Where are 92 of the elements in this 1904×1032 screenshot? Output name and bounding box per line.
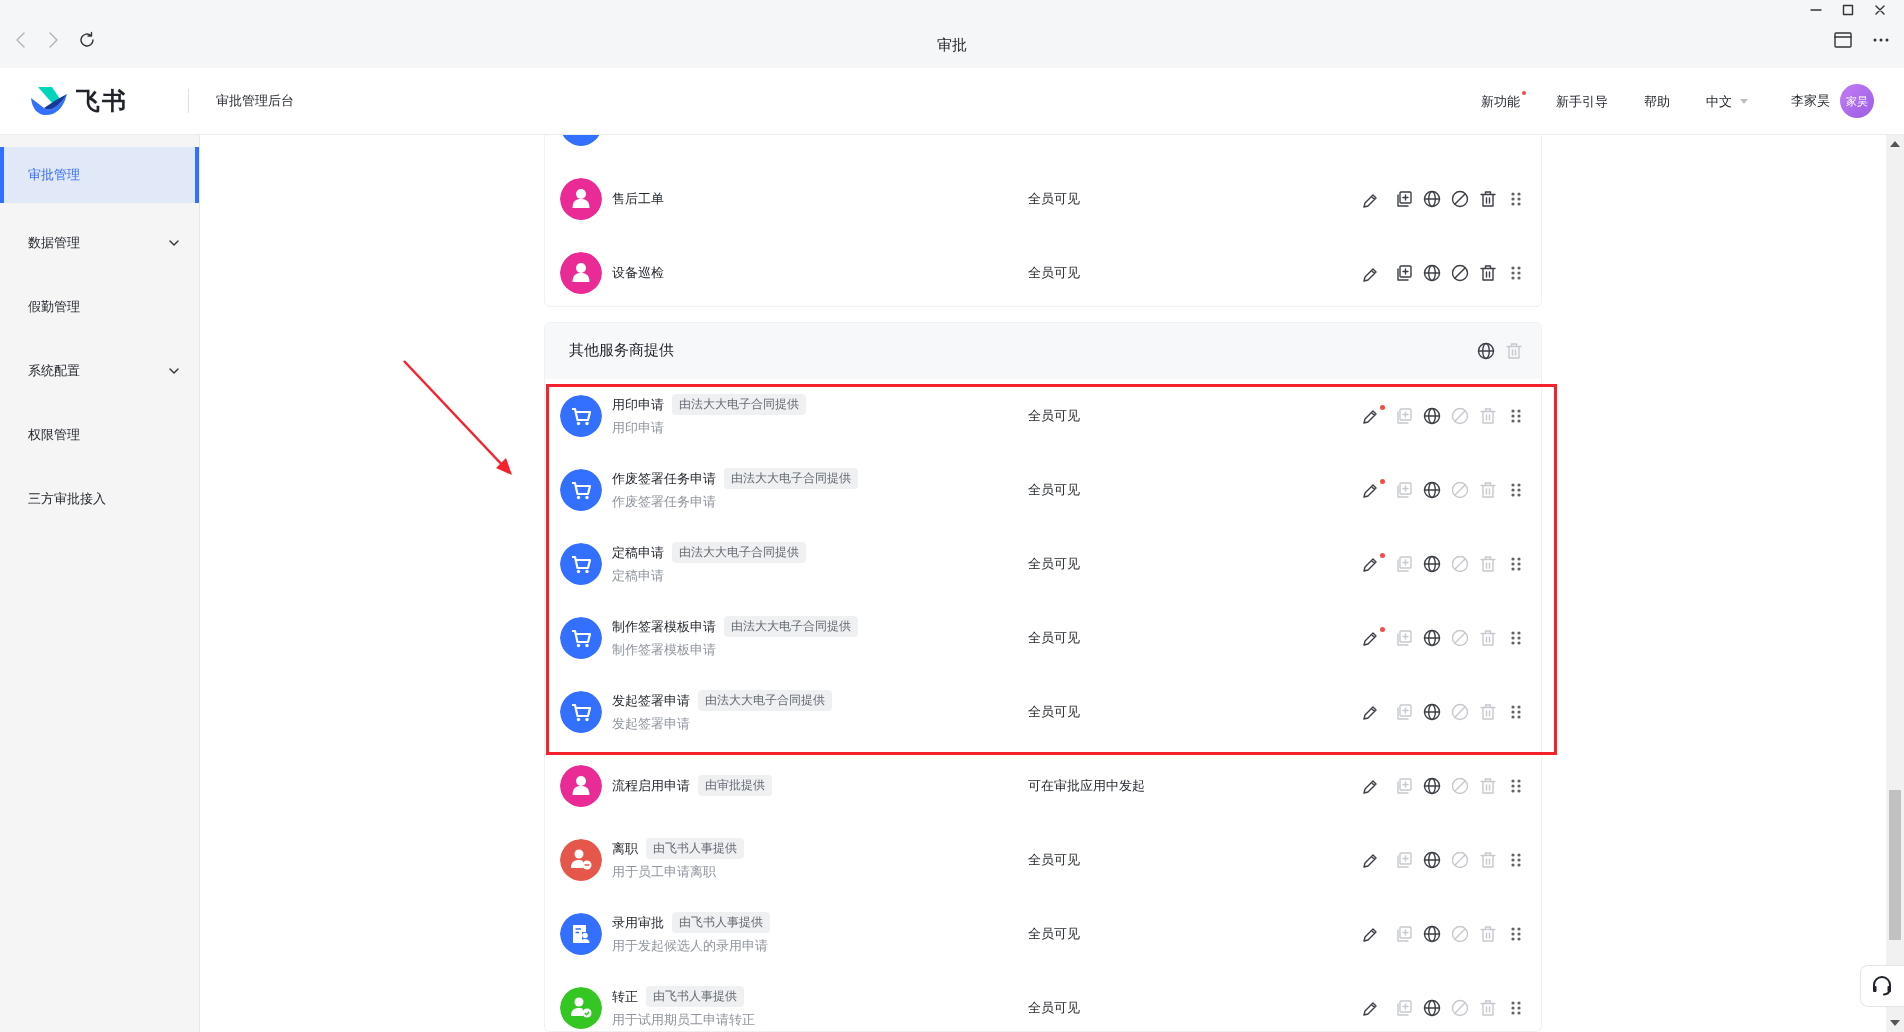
header-link[interactable]: 新手引导 bbox=[1556, 90, 1615, 112]
form-description: 用印申请 bbox=[612, 419, 665, 438]
visibility-text: 全员可见 bbox=[1028, 264, 1081, 282]
provider-tag: 由法大大电子合同提供 bbox=[724, 616, 858, 638]
form-title: 录用审批 bbox=[612, 913, 664, 932]
globe-icon[interactable] bbox=[1423, 998, 1441, 1017]
globe-icon[interactable] bbox=[1423, 702, 1441, 721]
more-icon[interactable] bbox=[1872, 37, 1890, 43]
scrollbar[interactable] bbox=[1886, 135, 1904, 1032]
header-link[interactable]: 中文 bbox=[1706, 90, 1755, 112]
visibility-text: 全员可见 bbox=[1028, 924, 1081, 943]
form-title: 用印申请 bbox=[612, 395, 664, 414]
edit-icon[interactable] bbox=[1361, 553, 1385, 575]
scrollbar-thumb[interactable] bbox=[1889, 790, 1901, 940]
delete-icon[interactable] bbox=[1479, 264, 1497, 282]
provider-tag: 由审批提供 bbox=[698, 775, 772, 797]
copy-icon[interactable] bbox=[1395, 190, 1413, 208]
visibility-text: 全员可见 bbox=[1028, 998, 1081, 1017]
edit-icon[interactable] bbox=[1361, 479, 1385, 501]
sidebar-item[interactable]: 假勤管理 bbox=[0, 275, 199, 339]
provider-tag: 由法大大电子合同提供 bbox=[698, 690, 832, 712]
sidebar-item[interactable]: 审批管理 bbox=[0, 147, 199, 203]
form-title: 发起签署申请 bbox=[612, 691, 690, 710]
form-title: 转正 bbox=[612, 987, 638, 1006]
form-description: 用于发起候选人的录用申请 bbox=[612, 937, 769, 956]
window-title: 审批 bbox=[937, 36, 967, 55]
globe-icon[interactable] bbox=[1423, 480, 1441, 499]
provider-tag: 由飞书人事提供 bbox=[672, 912, 770, 934]
provider-tag: 由法大大电子合同提供 bbox=[672, 542, 806, 564]
logo-icon bbox=[30, 86, 68, 116]
disable-icon[interactable] bbox=[1451, 190, 1469, 208]
window-icon[interactable] bbox=[1834, 32, 1852, 48]
form-title: 作废签署任务申请 bbox=[612, 469, 716, 488]
header-link[interactable]: 帮助 bbox=[1644, 90, 1677, 112]
scroll-down-icon bbox=[1890, 1020, 1900, 1026]
support-button[interactable] bbox=[1860, 965, 1904, 1007]
close-icon[interactable] bbox=[1874, 4, 1886, 16]
provider-tag: 由法大大电子合同提供 bbox=[724, 468, 858, 490]
globe-icon[interactable] bbox=[1423, 850, 1441, 869]
edit-icon[interactable] bbox=[1361, 405, 1385, 427]
form-title: 设备巡检 bbox=[612, 264, 664, 282]
visibility-text: 可在审批应用中发起 bbox=[1028, 776, 1146, 795]
form-description: 发起签署申请 bbox=[612, 715, 691, 734]
maximize-icon[interactable] bbox=[1842, 4, 1854, 16]
form-description: 用于员工申请离职 bbox=[612, 863, 717, 882]
user-name: 李家昊 bbox=[1791, 92, 1830, 110]
headset-icon bbox=[1871, 975, 1893, 997]
edit-icon[interactable] bbox=[1361, 627, 1385, 649]
form-title: 流程启用申请 bbox=[612, 776, 690, 795]
visibility-text: 全员可见 bbox=[1028, 406, 1081, 425]
provider-tag: 由飞书人事提供 bbox=[646, 986, 744, 1008]
user-avatar[interactable]: 家昊 bbox=[1840, 84, 1874, 118]
form-title: 售后工单 bbox=[612, 190, 664, 208]
product-name: 审批管理后台 bbox=[216, 92, 294, 110]
form-title: 制作签署模板申请 bbox=[612, 617, 716, 636]
form-description: 用于试用期员工申请转正 bbox=[612, 1011, 756, 1030]
visibility-text: 全员可见 bbox=[1028, 702, 1081, 721]
sidebar-item[interactable]: 数据管理 bbox=[0, 211, 199, 275]
visibility-text: 全员可见 bbox=[1028, 480, 1081, 499]
form-description: 定稿申请 bbox=[612, 567, 665, 586]
sidebar-item[interactable]: 权限管理 bbox=[0, 403, 199, 467]
delete-icon[interactable] bbox=[1479, 190, 1497, 208]
caret-icon bbox=[1740, 99, 1748, 105]
disable-icon[interactable] bbox=[1451, 264, 1469, 282]
form-title: 定稿申请 bbox=[612, 543, 664, 562]
provider-tag: 由法大大电子合同提供 bbox=[672, 394, 806, 416]
globe-icon[interactable] bbox=[1423, 264, 1441, 282]
globe-icon[interactable] bbox=[1423, 776, 1441, 795]
globe-icon[interactable] bbox=[1423, 554, 1441, 573]
visibility-text: 全员可见 bbox=[1028, 850, 1081, 869]
visibility-text: 全员可见 bbox=[1028, 190, 1081, 208]
chevron-down-icon bbox=[169, 239, 179, 247]
form-description: 制作签署模板申请 bbox=[612, 641, 717, 660]
globe-icon[interactable] bbox=[1423, 628, 1441, 647]
copy-icon[interactable] bbox=[1395, 264, 1413, 282]
globe-icon[interactable] bbox=[1423, 406, 1441, 425]
form-title: 离职 bbox=[612, 839, 638, 858]
group-title: 其他服务商提供 bbox=[569, 341, 675, 361]
visibility-text: 全员可见 bbox=[1028, 628, 1081, 647]
form-description: 作废签署任务申请 bbox=[612, 493, 717, 512]
scroll-up-icon bbox=[1890, 141, 1900, 147]
sidebar-item[interactable]: 三方审批接入 bbox=[0, 467, 199, 531]
provider-tag: 由飞书人事提供 bbox=[646, 838, 744, 860]
chevron-down-icon bbox=[169, 367, 179, 375]
globe-icon[interactable] bbox=[1423, 190, 1441, 208]
globe-icon[interactable] bbox=[1477, 341, 1495, 360]
brand-name: 飞书 bbox=[76, 86, 128, 117]
sidebar-item[interactable]: 系统配置 bbox=[0, 339, 199, 403]
reload-icon[interactable] bbox=[78, 31, 96, 49]
globe-icon[interactable] bbox=[1423, 924, 1441, 943]
header-link[interactable]: 新功能 bbox=[1481, 90, 1527, 112]
visibility-text: 全员可见 bbox=[1028, 554, 1081, 573]
